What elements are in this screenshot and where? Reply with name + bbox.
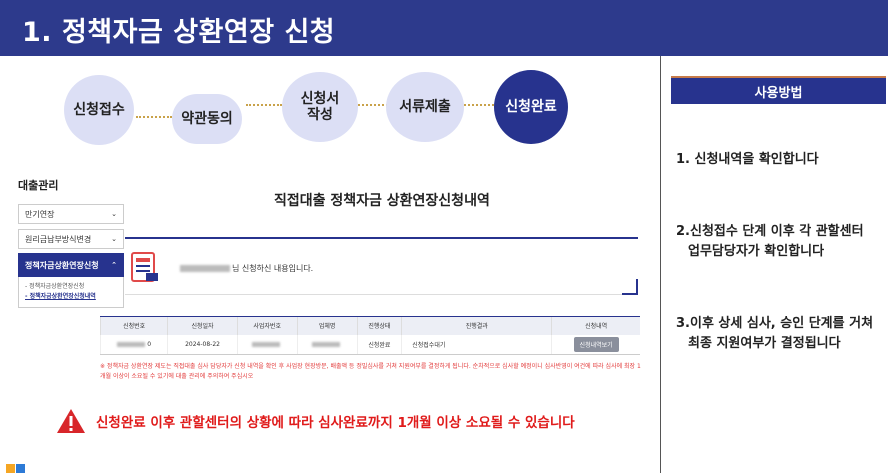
chevron-down-icon: ⌄: [111, 210, 117, 218]
step-label: 신청완료: [505, 98, 557, 115]
panel-divider: [660, 56, 661, 473]
masked-value: [252, 341, 281, 347]
step-connector: [464, 104, 494, 106]
step-complete: 신청완료: [494, 70, 568, 144]
sidebar-item-policy-fund-extension[interactable]: 정책자금상환연장신청 ⌃: [18, 253, 124, 277]
instruction-3: 3.이후 상세 심사, 승인 단계를 거쳐 최종 지원여부가 결정됩니다: [676, 314, 873, 354]
application-table: 신청번호 신청일자 사업자번호 업체명 진행상태 진행결과 신청내역 0 202…: [99, 316, 640, 355]
masked-value: [312, 341, 341, 347]
step-terms: 약관동의: [172, 94, 242, 144]
warning-message: 신청완료 이후 관할센터의 상황에 따라 심사완료까지 1개월 이상 소요될 수…: [56, 408, 575, 434]
step-connector: [358, 104, 388, 106]
sidebar-item-label: 원리금납부방식변경: [25, 234, 92, 244]
page-title: 1. 정책자금 상환연장 신청: [22, 17, 336, 48]
table-header: 진행결과: [401, 316, 552, 335]
sidebar-subitem-apply[interactable]: - 정책자금상환연장신청: [25, 282, 117, 292]
step-label: 신청서: [300, 90, 340, 107]
instruction-line: 1. 신청내역을 확인합니다: [676, 152, 819, 167]
table-row: 0 2024-08-22 신청완료 신청접수대기 신청내역보기: [99, 334, 640, 355]
document-icon: [131, 252, 158, 282]
sidebar-item-label: 만기연장: [25, 209, 55, 219]
sidebar-subitem-history[interactable]: - 정책자금상환연장신청내역: [25, 292, 117, 302]
step-form: 신청서 작성: [282, 72, 358, 142]
table-header-row: 신청번호 신청일자 사업자번호 업체명 진행상태 진행결과 신청내역: [99, 316, 640, 335]
step-label: 작성: [307, 107, 333, 123]
step-documents: 서류제출: [386, 72, 464, 142]
cell-status: 신청완료: [356, 334, 402, 355]
sidebar-title: 대출관리: [18, 179, 59, 192]
instruction-line: 최종 지원여부가 결정됩니다: [688, 336, 841, 351]
logo: [6, 464, 25, 473]
step-label: 신청접수: [73, 101, 125, 118]
masked-name: [180, 265, 230, 272]
sidebar-item-maturity-extension[interactable]: 만기연장 ⌄: [18, 204, 124, 224]
step-label: 약관동의: [181, 110, 233, 127]
instruction-line: 2.신청접수 단계 이후 각 관할센터: [676, 224, 864, 239]
notice-text: 님 신청하신 내용입니다.: [232, 264, 314, 273]
step-connector: [246, 104, 282, 106]
step-label: 서류제출: [399, 98, 451, 115]
instruction-line: 업무담당자가 확인합니다: [688, 244, 825, 259]
table-header: 신청일자: [167, 316, 238, 335]
cell-text: 신청접수대기: [412, 341, 446, 349]
sidebar-item-repayment-method[interactable]: 원리금납부방식변경 ⌄: [18, 229, 124, 249]
view-detail-button[interactable]: 신청내역보기: [573, 336, 619, 352]
notice-box: 님 신청하신 내용입니다.: [125, 237, 638, 295]
instruction-line: 3.이후 상세 심사, 승인 단계를 거쳐: [676, 316, 874, 331]
sidebar-submenu: - 정책자금상환연장신청 - 정책자금상환연장신청내역: [18, 277, 124, 308]
box-corner-decoration: [622, 279, 638, 295]
instruction-2: 2.신청접수 단계 이후 각 관할센터 업무담당자가 확인합니다: [676, 222, 864, 262]
warning-triangle-icon: [57, 409, 85, 433]
cell-apply-no: 0: [99, 334, 168, 355]
chevron-down-icon: ⌄: [111, 235, 117, 243]
cell-detail: 신청내역보기: [551, 334, 640, 355]
cell-company: [296, 334, 358, 355]
table-header: 사업자번호: [236, 316, 298, 335]
table-header: 업체명: [296, 316, 358, 335]
howto-title: 사용방법: [671, 78, 886, 104]
warning-text: 신청완료 이후 관할센터의 상황에 따라 심사완료까지 1개월 이상 소요될 수…: [96, 415, 575, 431]
step-apply: 신청접수: [64, 75, 134, 145]
table-header: 진행상태: [356, 316, 402, 335]
table-header: 신청내역: [551, 316, 640, 335]
cell-result: 신청접수대기: [401, 334, 552, 355]
content-title: 직접대출 정책자금 상환연장신청내역: [274, 193, 490, 209]
masked-value: [117, 341, 146, 347]
step-connector: [136, 116, 172, 118]
chevron-up-icon: ⌃: [111, 261, 117, 269]
notice-footnote: ※ 정책자금 상환연장 제도는 직접대출 심사 담당자가 신청 내역을 확인 후…: [100, 363, 641, 380]
table-header: 신청번호: [99, 316, 168, 335]
cell-date: 2024-08-22: [167, 334, 238, 355]
instruction-1: 1. 신청내역을 확인합니다: [676, 150, 819, 170]
cell-business-no: [236, 334, 298, 355]
cell-text: 0: [147, 340, 152, 348]
sidebar-item-label: 정책자금상환연장신청: [25, 260, 99, 270]
header-bar: 1. 정책자금 상환연장 신청: [0, 0, 888, 56]
notice-message: 님 신청하신 내용입니다.: [180, 263, 313, 274]
